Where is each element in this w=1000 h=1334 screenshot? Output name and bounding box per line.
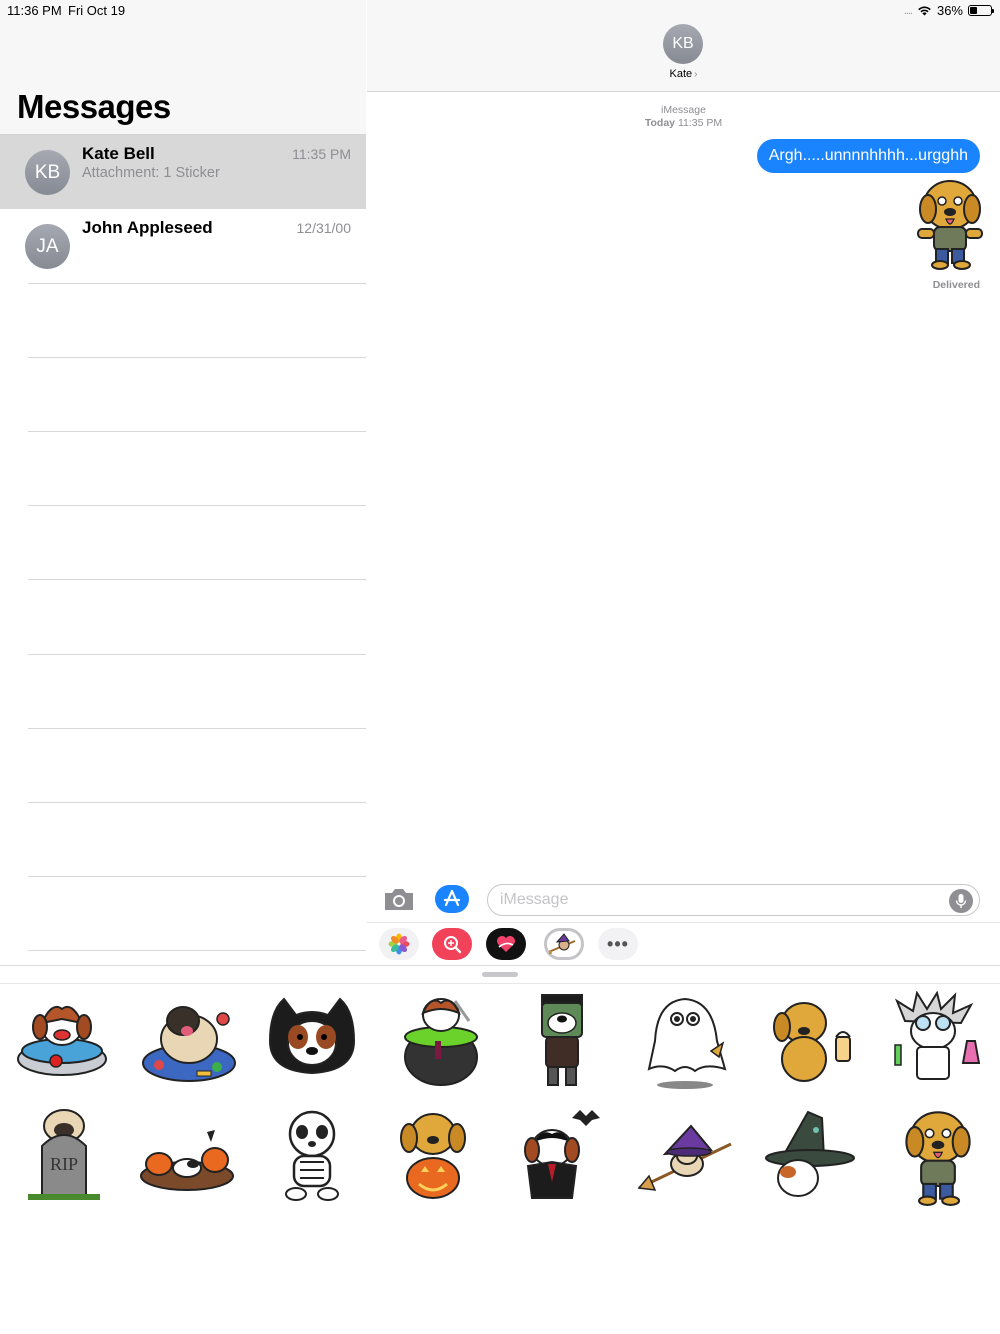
- divider: [28, 950, 366, 951]
- message-timestamp: iMessage Today 11:35 PM: [367, 104, 1000, 130]
- conversation-row-john-appleseed[interactable]: JA John Appleseed 12/31/00: [0, 209, 366, 283]
- chevron-right-icon: ›: [694, 69, 698, 80]
- microphone-icon: [955, 894, 967, 908]
- conversation-row-kate-bell[interactable]: KB Kate Bell 11:35 PM Attachment: 1 Stic…: [0, 135, 366, 209]
- conversation-name: Kate Bell: [82, 144, 155, 163]
- divider: [28, 505, 366, 506]
- sticker-dog-with-jack-o-lantern[interactable]: [383, 1106, 483, 1206]
- divider: [28, 802, 366, 803]
- sticker-dog-in-apple-bobbing-tub[interactable]: [12, 991, 112, 1091]
- wifi-icon: [918, 6, 931, 16]
- svg-text:RIP: RIP: [50, 1154, 78, 1174]
- sticker-dog-with-lantern[interactable]: [760, 991, 860, 1091]
- app-store-icon: [443, 889, 461, 907]
- conversation-time: 11:35 PM: [292, 146, 351, 162]
- conversation-sidebar: Messages KB Kate Bell 11:35 PM Attachmen…: [0, 0, 366, 965]
- divider: [28, 728, 366, 729]
- message-text: Argh.....unnnnhhhh...urgghh: [768, 147, 968, 164]
- conversation-name: John Appleseed: [82, 218, 213, 237]
- sticker-ghost-dog[interactable]: [635, 991, 735, 1091]
- compose-bar: [367, 876, 1000, 922]
- sticker-mad-scientist-dog[interactable]: [883, 991, 983, 1091]
- digital-touch-app-icon: [497, 936, 515, 952]
- signal-icon: ....: [903, 4, 913, 17]
- delivery-status: Delivered: [932, 279, 980, 291]
- tray-grabber[interactable]: [482, 972, 518, 977]
- sticker-dog-in-witch-cauldron[interactable]: [391, 991, 491, 1091]
- message-time: 11:35 PM: [677, 117, 723, 129]
- conversation-list: KB Kate Bell 11:35 PM Attachment: 1 Stic…: [0, 135, 366, 965]
- divider: [28, 357, 366, 358]
- contact-name-button[interactable]: Kate ›: [367, 68, 1000, 80]
- app-drawer: •••: [367, 922, 1000, 965]
- battery-level: [970, 7, 978, 14]
- divider: [28, 654, 366, 655]
- sticker-pug-on-witch-broom[interactable]: [635, 1106, 735, 1206]
- divider: [28, 579, 366, 580]
- sticker-pack-app-icon: [549, 933, 576, 955]
- image-search-app-button[interactable]: [432, 928, 472, 960]
- zombie-dog-sticker[interactable]: [910, 175, 990, 270]
- status-date: Fri Oct 19: [68, 3, 126, 18]
- sticker-vampire-dog-with-bat[interactable]: [512, 1106, 612, 1206]
- photos-app-button[interactable]: [379, 928, 419, 960]
- camera-icon: [385, 889, 413, 910]
- sticker-dog-in-witch-hat[interactable]: [760, 1106, 860, 1206]
- service-label: iMessage: [661, 104, 706, 116]
- divider: [28, 283, 366, 284]
- more-apps-button[interactable]: •••: [598, 928, 638, 960]
- avatar: JA: [25, 224, 70, 269]
- battery-icon: [968, 5, 994, 16]
- message-input[interactable]: [487, 884, 980, 916]
- photos-app-icon: [388, 933, 410, 955]
- divider: [28, 431, 366, 432]
- message-day: Today: [644, 117, 676, 129]
- divider: [28, 876, 366, 877]
- sticker-skeleton-dog[interactable]: [262, 1106, 362, 1206]
- camera-button[interactable]: [382, 885, 416, 913]
- dictation-button[interactable]: [949, 889, 973, 913]
- sticker-frankenstein-dog[interactable]: [512, 991, 612, 1091]
- sticker-dog-in-pumpkin-patch[interactable]: [137, 1106, 237, 1206]
- sticker-tray: RIP: [0, 965, 1000, 1334]
- page-title: Messages: [17, 88, 171, 125]
- contact-name: Kate: [669, 68, 693, 80]
- sent-message-bubble[interactable]: Argh.....unnnnhhhh...urgghh: [756, 139, 980, 173]
- sidebar-header: Messages: [0, 0, 366, 135]
- app-store-button[interactable]: [435, 885, 469, 913]
- conversation-preview: Attachment: 1 Sticker: [82, 165, 220, 181]
- image-search-app-icon: [444, 936, 462, 954]
- avatar: KB: [25, 150, 70, 195]
- sticker-pug-behind-rip-tombstone[interactable]: RIP: [12, 1106, 112, 1206]
- battery-percent: 36%: [936, 3, 963, 18]
- contact-avatar[interactable]: KB: [663, 24, 703, 64]
- divider: [0, 983, 1000, 984]
- sticker-zombie-dog[interactable]: [888, 1106, 988, 1206]
- sticker-pug-in-candy-pile[interactable]: [137, 991, 237, 1091]
- status-indicators: .... 36%: [903, 3, 994, 18]
- status-time: 11:36 PM: [7, 3, 62, 18]
- more-apps-icon: •••: [607, 933, 629, 954]
- status-bar: 11:36 PM Fri Oct 19 .... 36%: [0, 0, 1000, 20]
- sticker-dog-in-black-cat-mask[interactable]: [262, 991, 362, 1091]
- sticker-pack-app-button[interactable]: [544, 928, 584, 960]
- conversation-time: 12/31/00: [296, 220, 352, 236]
- digital-touch-app-button[interactable]: [486, 928, 526, 960]
